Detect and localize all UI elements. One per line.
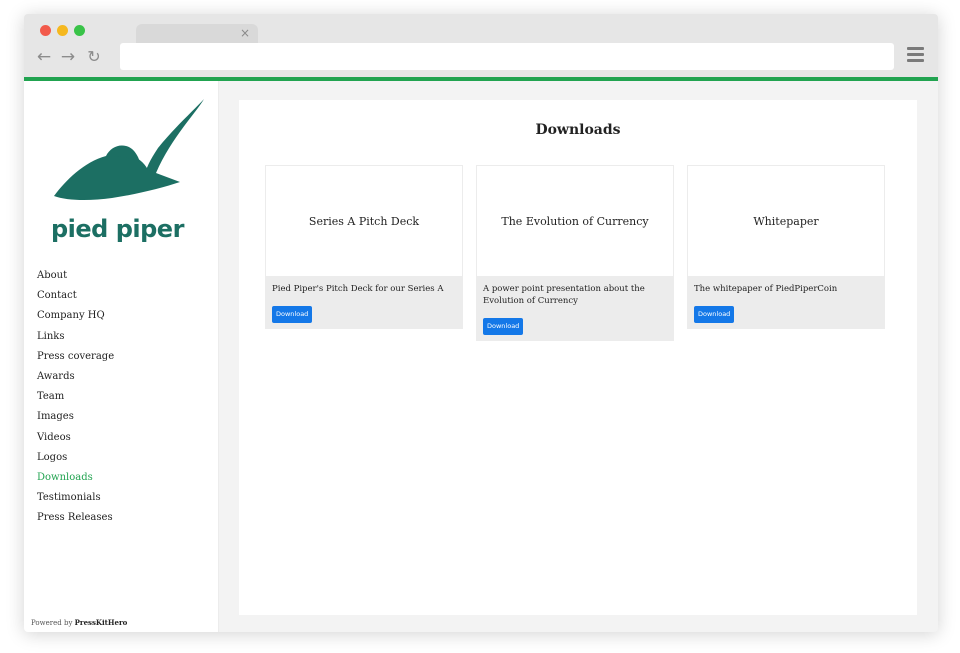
page-title: Downloads: [535, 122, 621, 138]
sidebar-item-company-hq[interactable]: Company HQ: [37, 309, 114, 329]
sidebar-item-awards[interactable]: Awards: [37, 370, 114, 390]
card-title: The Evolution of Currency: [477, 166, 673, 276]
hamburger-menu-icon[interactable]: [907, 47, 924, 63]
main-content: Downloads Series A Pitch Deck Pied Piper…: [239, 100, 917, 615]
sidebar-item-contact[interactable]: Contact: [37, 289, 114, 309]
sidebar: pied piper About Contact Company HQ Link…: [24, 81, 219, 632]
sidebar-item-team[interactable]: Team: [37, 390, 114, 410]
sidebar-item-press-coverage[interactable]: Press coverage: [37, 350, 114, 370]
sidebar-item-logos[interactable]: Logos: [37, 451, 114, 471]
download-button[interactable]: Download: [694, 306, 735, 323]
sidebar-item-links[interactable]: Links: [37, 330, 114, 350]
sidebar-item-images[interactable]: Images: [37, 410, 114, 430]
powered-by-prefix: Powered by: [31, 619, 73, 627]
minimize-window-button[interactable]: [57, 25, 68, 36]
sidebar-item-downloads[interactable]: Downloads: [37, 471, 114, 491]
browser-titlebar: × ← → ↻: [24, 14, 938, 79]
close-window-button[interactable]: [40, 25, 51, 36]
card-description: Pied Piper's Pitch Deck for our Series A: [272, 284, 444, 294]
card-body: Pied Piper's Pitch Deck for our Series A…: [266, 276, 462, 328]
back-arrow-icon[interactable]: ←: [34, 47, 54, 67]
powered-by: Powered by PressKitHero: [31, 618, 127, 627]
download-card-evolution-of-currency: The Evolution of Currency A power point …: [476, 165, 674, 341]
logo-wordmark: pied piper: [51, 215, 184, 243]
sidebar-nav: About Contact Company HQ Links Press cov…: [37, 269, 114, 531]
card-description: The whitepaper of PiedPiperCoin: [694, 284, 838, 294]
download-card-series-a: Series A Pitch Deck Pied Piper's Pitch D…: [265, 165, 463, 329]
sidebar-item-about[interactable]: About: [37, 269, 114, 289]
address-bar[interactable]: [120, 43, 894, 70]
forward-arrow-icon[interactable]: →: [58, 47, 78, 67]
tab-close-icon[interactable]: ×: [240, 25, 250, 41]
maximize-window-button[interactable]: [74, 25, 85, 36]
sidebar-item-videos[interactable]: Videos: [37, 431, 114, 451]
browser-tab[interactable]: ×: [136, 24, 258, 44]
card-body: A power point presentation about the Evo…: [477, 276, 673, 340]
sidebar-item-testimonials[interactable]: Testimonials: [37, 491, 114, 511]
browser-window: × ← → ↻ pied piper About Contact Company…: [24, 14, 938, 632]
download-button[interactable]: Download: [272, 306, 313, 323]
card-title: Series A Pitch Deck: [266, 166, 462, 276]
download-button[interactable]: Download: [483, 318, 524, 335]
powered-by-link[interactable]: PressKitHero: [75, 618, 128, 627]
reload-icon[interactable]: ↻: [84, 47, 104, 67]
card-description: A power point presentation about the Evo…: [483, 284, 645, 306]
download-card-whitepaper: Whitepaper The whitepaper of PiedPiperCo…: [687, 165, 885, 329]
card-title: Whitepaper: [688, 166, 884, 276]
card-body: The whitepaper of PiedPiperCoin Download: [688, 276, 884, 328]
sidebar-item-press-releases[interactable]: Press Releases: [37, 511, 114, 531]
